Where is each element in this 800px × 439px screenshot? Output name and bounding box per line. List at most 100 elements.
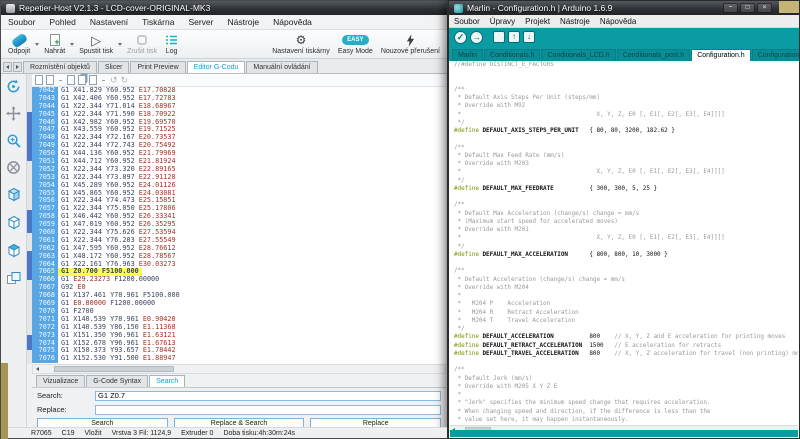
code-line-text: /** [454, 366, 465, 373]
reset-view-icon[interactable] [6, 160, 21, 180]
caption-button[interactable]: □ [740, 3, 755, 13]
gcode-horizontal-scrollbar[interactable] [32, 364, 446, 374]
editor-bottom-panel: VizualizaceG-Code SyntaxSearch Search: R… [32, 375, 446, 429]
gcode-line-number: 7076 [32, 355, 58, 363]
menu-item[interactable]: Soubor [449, 17, 485, 26]
code-line-text: #define DEFAULT_AXIS_STEPS_PER_UNIT { 80… [454, 127, 675, 134]
tab-scroll-left-button[interactable] [3, 62, 12, 72]
zoom-view-icon[interactable] [6, 133, 21, 153]
menu-item[interactable]: Soubor [1, 17, 42, 27]
code-line: #define DEFAULT_AXIS_STEPS_PER_UNIT { 80… [450, 127, 798, 135]
code-line-text: */ [454, 325, 465, 332]
workspace-tab[interactable]: Manuální ovládání [246, 61, 317, 73]
bottom-tab[interactable]: Vizualizace [36, 375, 85, 387]
save-sketch-button[interactable]: ↓ [523, 31, 535, 43]
code-line: * Override with M204 [450, 284, 798, 292]
menu-item[interactable]: Nástroje [221, 17, 267, 27]
open-sketch-button[interactable]: ↑ [508, 31, 520, 43]
new-sketch-button[interactable] [493, 31, 505, 43]
code-line: * Override with M201 [450, 226, 798, 234]
file-tab[interactable]: Configuration.h [691, 49, 750, 61]
search-input[interactable] [95, 391, 441, 401]
menu-item[interactable]: Nápověda [266, 17, 319, 27]
gcode-editor[interactable]: 7042 G1 X41.829 Y60.952 E17.70828 7043 G… [32, 87, 446, 364]
gcode-line[interactable]: 7069 G1 E0.80000 F1200.00000 [32, 300, 446, 308]
copy-icon[interactable] [78, 75, 86, 85]
paste-icon[interactable] [89, 75, 97, 85]
code-editor[interactable]: //#define DISTINCT_E_FACTORS /** * Defau… [450, 61, 798, 425]
menu-item[interactable]: Nápověda [595, 17, 641, 26]
status-item: Extruder 0 [181, 430, 213, 437]
repetier-host-window: Repetier-Host V2.1.3 - LCD-cover-ORIGINA… [0, 0, 448, 439]
arduino-file-tabs: MarlinConditionals.hConditionals_LCD.hCo… [449, 46, 799, 61]
easy-mode-button[interactable]: EASY Easy Mode [334, 30, 377, 58]
arrow-down-icon: ↓ [527, 32, 531, 41]
load-button[interactable]: Nahrát [40, 30, 69, 58]
status-item: Doba tisku:4h:30m:24s [223, 430, 295, 437]
printer-settings-button[interactable]: ⚙ Nastavení tiskárny [268, 30, 334, 58]
emergency-stop-button[interactable]: Nouzové přerušení [377, 30, 444, 58]
redo-icon[interactable]: ↻ [121, 76, 129, 85]
code-line-text: * Override with M203 [454, 160, 529, 167]
code-line: * [450, 292, 798, 300]
save-gcode-icon[interactable] [46, 75, 54, 85]
code-line: #define DEFAULT_ACCELERATION 800 // X, Y… [450, 333, 798, 341]
upload-button[interactable]: → [470, 31, 483, 44]
code-line: * Default Jerk (mm/s) [450, 375, 798, 383]
status-item: Vložit [84, 430, 101, 437]
code-line-text: * Default Axis Steps Per Unit (steps/mm) [454, 94, 600, 101]
repetier-titlebar: Repetier-Host V2.1.3 - LCD-cover-ORIGINA… [1, 1, 447, 15]
file-tab[interactable]: Conditionals_LCD.h [541, 49, 615, 61]
chevron-down-icon[interactable] [118, 43, 122, 46]
view-front-icon[interactable] [6, 215, 22, 236]
view-iso-icon[interactable] [6, 187, 22, 208]
file-tab[interactable]: Conditionals_post.h [617, 49, 691, 61]
scrollbar-thumb[interactable] [54, 366, 174, 372]
caption-button[interactable]: × [757, 3, 772, 13]
menu-item[interactable]: Úpravy [485, 17, 520, 26]
file-tab[interactable]: Marlin [452, 49, 483, 61]
move-view-icon[interactable] [6, 106, 21, 126]
gcode-line[interactable]: 7076 G1 X152.530 Y91.500 E1.88947 [32, 355, 446, 363]
workspace-tab[interactable]: Editor G-Codu [187, 61, 246, 73]
chevron-down-icon[interactable] [70, 43, 74, 46]
scroll-left-arrow[interactable] [33, 365, 42, 373]
menu-item[interactable]: Tiskárna [135, 17, 181, 27]
code-line-text: /** [454, 201, 465, 208]
window-caption-buttons: −□× [723, 3, 772, 13]
bottom-tab[interactable]: G-Code Syntax [86, 375, 148, 387]
menu-item[interactable]: Pohled [42, 17, 82, 27]
file-tab[interactable]: Conditionals.h [484, 49, 540, 61]
new-gcode-icon[interactable] [35, 75, 43, 85]
log-list-icon [165, 34, 178, 47]
bottom-tab[interactable]: Search [149, 375, 185, 387]
view-top-icon[interactable] [6, 243, 22, 264]
tab-scroll-right-button[interactable] [13, 62, 22, 72]
disconnect-button[interactable]: Odpojit [4, 30, 34, 58]
view-multi-icon[interactable] [6, 271, 22, 292]
replace-input[interactable] [95, 405, 441, 415]
start-print-button[interactable]: ▷ Spustit tisk [75, 30, 117, 58]
cut-icon[interactable] [67, 75, 75, 85]
menu-item[interactable]: Nástroje [555, 17, 595, 26]
code-line [450, 78, 798, 86]
code-line: #define DEFAULT_MAX_FEEDRATE { 300, 300,… [450, 185, 798, 193]
toggle-log-button[interactable]: Log [161, 30, 182, 58]
menu-item[interactable]: Server [181, 17, 220, 27]
arduino-ide-window: Marlin - Configuration.h | Arduino 1.6.9… [448, 0, 800, 439]
menu-item[interactable]: Projekt [520, 17, 555, 26]
menu-item[interactable]: Nastavení [83, 17, 135, 27]
workspace-tab[interactable]: Slicer [98, 61, 130, 73]
workspace-tab[interactable]: Rozmístění objektů [23, 61, 97, 73]
replace-row: Replace: [32, 402, 446, 416]
chevron-down-icon[interactable] [35, 43, 39, 46]
rotate-view-icon[interactable] [6, 79, 21, 99]
file-tab[interactable]: Configuration_adv.h [752, 49, 799, 61]
undo-icon[interactable]: ↺ [110, 76, 118, 85]
replace-label: Replace: [37, 405, 95, 414]
caption-button[interactable]: − [723, 3, 738, 13]
code-line: */ [450, 119, 798, 127]
gcode-line[interactable]: 7066 G1 E29.23273 F1200.00000 [32, 276, 446, 284]
workspace-tab[interactable]: Print Preview [130, 61, 185, 73]
verify-button[interactable]: ✓ [454, 31, 467, 44]
